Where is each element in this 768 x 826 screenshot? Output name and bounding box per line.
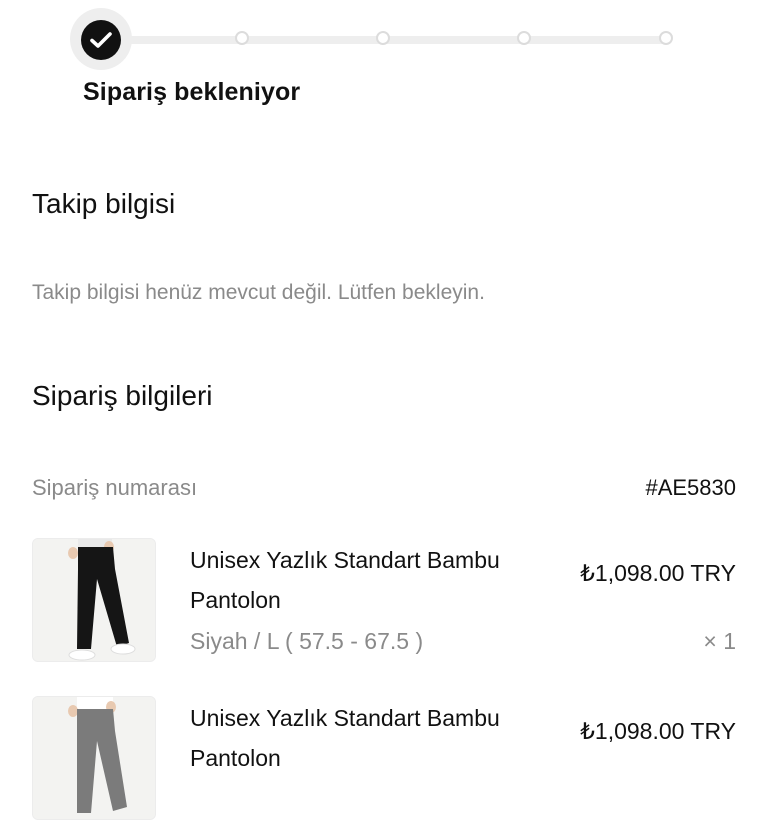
product-variant: Siyah / L ( 57.5 - 67.5 ) xyxy=(190,628,424,654)
order-progress-stepper: Sipariş bekleniyor xyxy=(0,0,768,130)
pants-image-icon xyxy=(33,539,155,661)
tracking-title: Takip bilgisi xyxy=(32,188,176,219)
order-number-label: Sipariş numarası xyxy=(32,475,198,500)
current-step-label: Sipariş bekleniyor xyxy=(83,78,301,106)
step-5-dot xyxy=(659,31,673,45)
product-thumbnail[interactable] xyxy=(32,538,156,662)
checkmark-icon xyxy=(90,32,112,48)
product-thumbnail[interactable] xyxy=(32,696,156,820)
pants-image-icon xyxy=(33,697,155,819)
step-2-dot xyxy=(235,31,249,45)
step-1-completed xyxy=(81,20,121,60)
product-name: Unisex Yazlık Standart Bambu Pantolon xyxy=(190,547,500,613)
order-number-value[interactable]: #AE5830 xyxy=(645,475,736,501)
product-quantity: × 1 xyxy=(703,628,736,654)
tracking-message: Takip bilgisi henüz mevcut değil. Lütfen… xyxy=(32,281,485,304)
product-price: ₺1,098.00 TRY xyxy=(580,560,736,586)
step-4-dot xyxy=(517,31,531,45)
product-name: Unisex Yazlık Standart Bambu Pantolon xyxy=(190,705,500,771)
order-product-item[interactable]: Unisex Yazlık Standart Bambu Pantolon ₺1… xyxy=(32,538,736,668)
step-3-dot xyxy=(376,31,390,45)
order-info-title: Sipariş bilgileri xyxy=(32,380,213,411)
product-price: ₺1,098.00 TRY xyxy=(580,718,736,744)
order-product-item[interactable]: Unisex Yazlık Standart Bambu Pantolon ₺1… xyxy=(32,696,736,826)
